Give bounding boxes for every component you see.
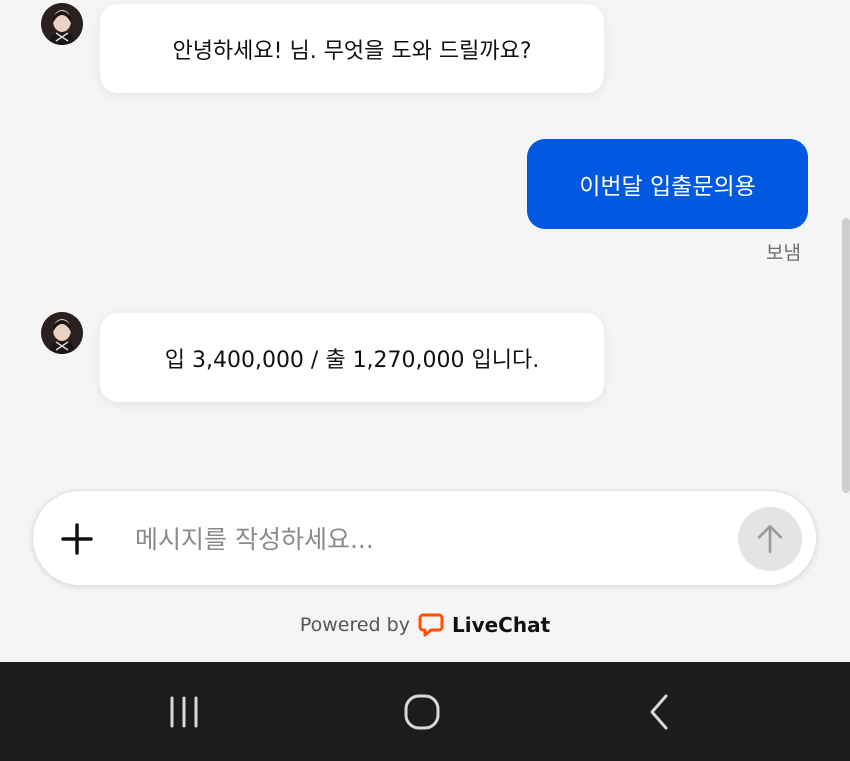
agent-message-bubble: 입 3,400,000 / 출 1,270,000 입니다. [100, 313, 604, 402]
message-status: 보냄 [766, 242, 801, 264]
message-input[interactable] [133, 513, 717, 565]
system-navigation-bar [0, 662, 850, 761]
agent-message-text: 안녕하세요! 님. 무엇을 도와 드릴까요? [172, 38, 532, 64]
powered-by-text: Powered by [299, 614, 410, 636]
user-message-text: 이번달 입출문의용 [579, 174, 756, 200]
agent-avatar [41, 3, 83, 45]
send-button[interactable] [738, 507, 802, 571]
message-composer [32, 490, 817, 586]
user-message-bubble: 이번달 입출문의용 [527, 139, 808, 229]
livechat-logo-icon [418, 613, 444, 637]
brand-name[interactable]: LiveChat [452, 613, 550, 637]
agent-message-bubble: 안녕하세요! 님. 무엇을 도와 드릴까요? [100, 4, 604, 93]
powered-by: Powered by LiveChat [0, 608, 850, 642]
back-icon[interactable] [638, 692, 682, 732]
agent-message-text: 입 3,400,000 / 출 1,270,000 입니다. [164, 347, 540, 373]
plus-icon[interactable] [55, 517, 99, 561]
agent-avatar [41, 312, 83, 354]
arrow-up-icon [757, 525, 783, 553]
home-icon[interactable] [400, 692, 444, 732]
scrollbar[interactable] [842, 218, 850, 493]
chat-transcript: 안녕하세요! 님. 무엇을 도와 드릴까요? 이번달 입출문의용 보냄 입 3,… [0, 0, 850, 662]
recent-apps-icon[interactable] [162, 692, 206, 732]
